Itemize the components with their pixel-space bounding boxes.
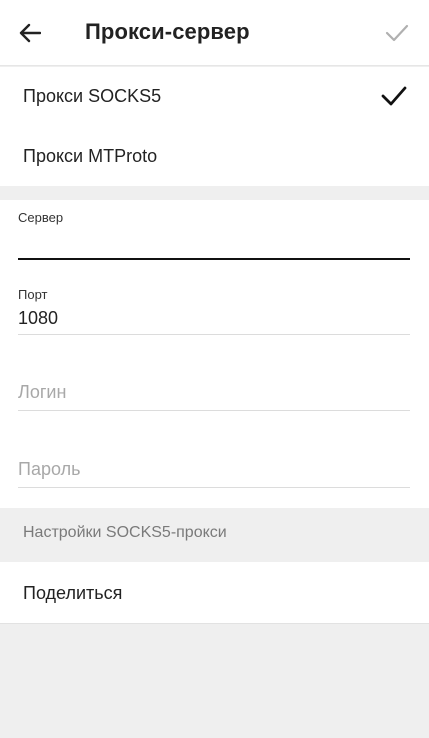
back-button[interactable]: [10, 13, 50, 53]
done-button[interactable]: [377, 13, 417, 53]
page-title: Прокси-сервер: [85, 19, 250, 44]
port-field: Порт: [18, 287, 410, 335]
proxy-type-label: Прокси MTProto: [23, 146, 158, 166]
app-bar: Прокси-сервер: [0, 0, 429, 66]
checkmark-icon: [385, 24, 409, 42]
server-input[interactable]: [18, 230, 410, 258]
selected-check-icon: [381, 86, 407, 106]
password-input[interactable]: [18, 455, 410, 483]
share-button[interactable]: Поделиться: [0, 562, 429, 624]
port-label: Порт: [18, 287, 48, 302]
login-underline: [18, 410, 410, 411]
login-field: [18, 376, 410, 412]
proxy-type-list: Прокси SOCKS5 Прокси MTProto: [0, 67, 429, 186]
server-underline: [18, 258, 410, 260]
arrow-left-icon: [19, 23, 41, 43]
proxy-type-socks5[interactable]: Прокси SOCKS5: [0, 67, 429, 127]
server-label: Сервер: [18, 210, 64, 225]
proxy-type-mtproto[interactable]: Прокси MTProto: [0, 127, 429, 187]
proxy-form: Сервер Порт: [0, 200, 429, 508]
settings-section-header: Настройки SOCKS5-прокси: [0, 508, 429, 562]
port-input[interactable]: [18, 304, 410, 332]
password-underline: [18, 487, 410, 488]
proxy-type-label: Прокси SOCKS5: [23, 86, 162, 106]
password-field: [18, 453, 410, 489]
login-input[interactable]: [18, 378, 410, 406]
server-field: Сервер: [18, 210, 410, 260]
port-underline: [18, 334, 410, 335]
settings-header-label: Настройки SOCKS5-прокси: [23, 524, 227, 541]
share-label: Поделиться: [23, 583, 123, 603]
